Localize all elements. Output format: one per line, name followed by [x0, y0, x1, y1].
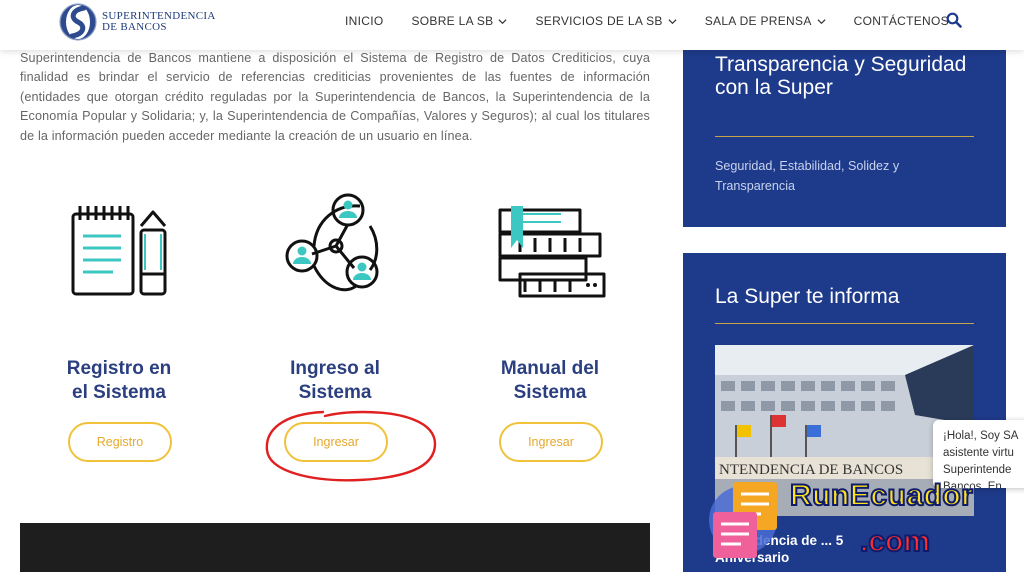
nav-servicios-de-la-sb[interactable]: SERVICIOS DE LA SB — [535, 12, 677, 30]
logo-emblem-icon — [59, 3, 97, 41]
chat-line: Superintende — [943, 464, 1012, 476]
sidebar-divider — [715, 136, 974, 137]
intro-paragraph: Superintendencia de Bancos mantiene a di… — [20, 51, 650, 143]
card-manual: Manual del Sistema Ingresar — [445, 190, 655, 470]
main-nav: INICIO SOBRE LA SB SERVICIOS DE LA SB SA… — [345, 12, 977, 30]
manual-ingresar-button[interactable]: Ingresar — [499, 422, 603, 462]
nav-contactenos[interactable]: CONTÁCTENOS — [854, 12, 949, 30]
chat-line: asistente virtu — [943, 447, 1014, 459]
watermark-text: RunEcuador — [789, 478, 974, 513]
card-title-line-1: Manual del — [500, 358, 600, 379]
nav-inicio[interactable]: INICIO — [345, 12, 383, 30]
search-icon[interactable] — [946, 12, 962, 28]
annotation-circle — [265, 410, 437, 482]
card-title-line-2: Sistema — [298, 382, 372, 403]
logo-line-2: DE BANCOS — [102, 21, 167, 33]
books-stack-icon — [498, 206, 606, 298]
nav-label: INICIO — [345, 14, 384, 28]
sidebar-news-title: La Super te informa — [715, 285, 900, 308]
card-title: Ingreso al Sistema — [230, 357, 440, 405]
nav-label: CONTÁCTENOS — [853, 14, 949, 28]
card-title-line-2: el Sistema — [72, 382, 166, 403]
nav-label: SOBRE LA SB — [411, 14, 494, 28]
dark-footer-block — [20, 523, 650, 572]
users-network-icon — [285, 193, 379, 292]
card-title: Manual del Sistema — [445, 357, 655, 405]
sidebar-transparency-box: Transparencia y Seguridad con la Super S… — [683, 50, 1006, 227]
chevron-down-icon — [498, 18, 507, 24]
logo[interactable]: SUPERINTENDENCIA DE BANCOS — [58, 2, 218, 42]
sidebar-box-title: Transparencia y Seguridad con la Super — [715, 53, 967, 99]
card-registro: Registro en el Sistema Registro — [14, 190, 224, 470]
nav-sala-de-prensa[interactable]: SALA DE PRENSA — [705, 12, 826, 30]
chat-line: ¡Hola!, Soy SA — [943, 430, 1019, 442]
chevron-down-icon — [668, 18, 677, 24]
watermark-documents-icon — [709, 482, 777, 558]
chevron-down-icon — [817, 18, 826, 24]
nav-label: SERVICIOS DE LA SB — [535, 14, 663, 28]
sidebar-divider — [715, 323, 974, 324]
watermark-text-domain: .com — [859, 524, 931, 559]
registro-button[interactable]: Registro — [68, 422, 172, 462]
photo-sign-text: NTENDENCIA DE BANCOS — [719, 462, 903, 478]
sidebar-box-subtitle[interactable]: Seguridad, Estabilidad, Solidez y Transp… — [715, 157, 955, 196]
card-title: Registro en el Sistema — [14, 357, 224, 405]
site-header: SUPERINTENDENCIA DE BANCOS INICIO SOBRE … — [0, 0, 1024, 50]
notepad-pencil-icon — [71, 206, 167, 296]
logo-text: SUPERINTENDENCIA DE BANCOS — [102, 11, 216, 33]
nav-label: SALA DE PRENSA — [704, 14, 812, 28]
card-title-line-1: Ingreso al — [290, 358, 380, 379]
nav-sobre-la-sb[interactable]: SOBRE LA SB — [411, 12, 507, 30]
card-title-line-2: Sistema — [513, 382, 587, 403]
card-title-line-1: Registro en — [66, 358, 172, 379]
